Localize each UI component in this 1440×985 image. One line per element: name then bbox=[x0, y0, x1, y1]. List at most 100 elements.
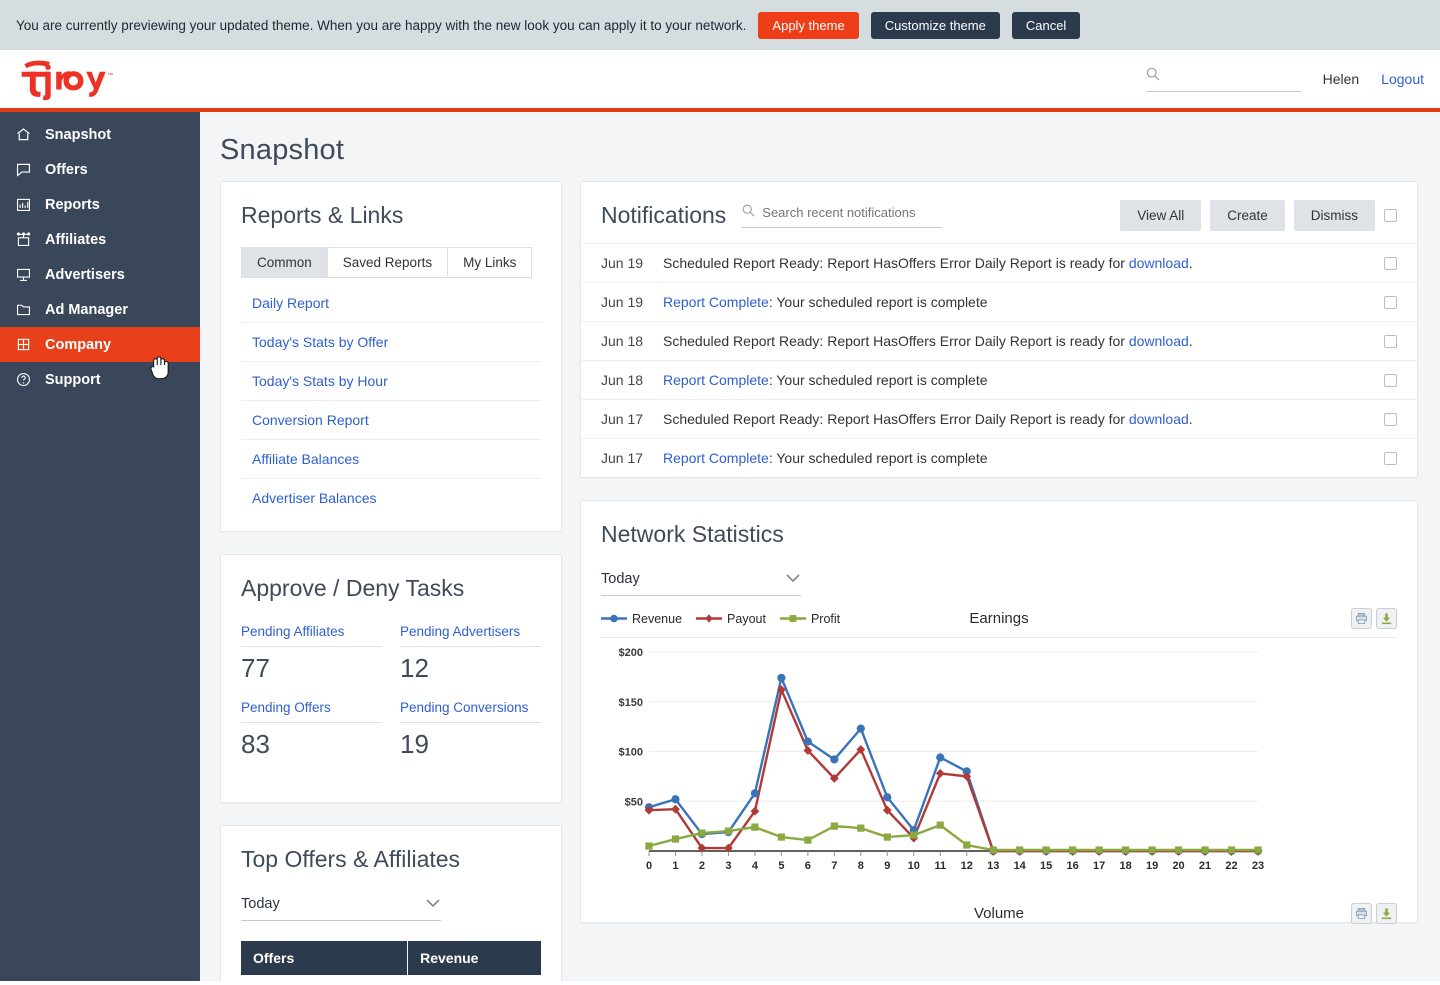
task-label-pending-affiliates[interactable]: Pending Affiliates bbox=[241, 624, 382, 647]
svg-text:5: 5 bbox=[778, 860, 784, 872]
notification-row[interactable]: Jun 19 Report Complete: Your scheduled r… bbox=[581, 282, 1417, 321]
network-statistics-range-select[interactable]: Today bbox=[601, 570, 801, 596]
download-icon[interactable] bbox=[1376, 608, 1397, 629]
notification-date: Jun 17 bbox=[601, 450, 644, 466]
sidebar-item-offers[interactable]: Offers bbox=[0, 152, 200, 187]
sidebar-item-advertisers[interactable]: Advertisers bbox=[0, 257, 200, 292]
sidebar-item-support[interactable]: Support bbox=[0, 362, 200, 397]
sidebar-item-affiliates[interactable]: Affiliates bbox=[0, 222, 200, 257]
notification-text: Report Complete: Your scheduled report i… bbox=[663, 372, 1384, 388]
notification-text: Scheduled Report Ready: Report HasOffers… bbox=[663, 411, 1384, 427]
svg-text:18: 18 bbox=[1119, 860, 1131, 872]
notifications-search[interactable] bbox=[742, 204, 943, 228]
download-link[interactable]: download bbox=[1129, 333, 1189, 349]
notification-row[interactable]: Jun 19 Scheduled Report Ready: Report Ha… bbox=[581, 243, 1417, 282]
cancel-theme-button[interactable]: Cancel bbox=[1011, 11, 1081, 39]
logout-link[interactable]: Logout bbox=[1381, 71, 1424, 87]
notification-checkbox[interactable] bbox=[1384, 451, 1397, 465]
apply-theme-button[interactable]: Apply theme bbox=[758, 11, 859, 39]
download-icon[interactable] bbox=[1376, 903, 1397, 924]
sidebar-item-label: Reports bbox=[45, 196, 100, 213]
tab-saved-reports[interactable]: Saved Reports bbox=[326, 247, 449, 278]
task-label-pending-advertisers[interactable]: Pending Advertisers bbox=[400, 624, 541, 647]
notification-checkbox[interactable] bbox=[1384, 373, 1397, 387]
task-label-pending-conversions[interactable]: Pending Conversions bbox=[400, 700, 541, 723]
report-complete-link[interactable]: Report Complete bbox=[663, 372, 769, 388]
tapjoy-logo[interactable]: ™ bbox=[16, 57, 118, 101]
svg-text:$100: $100 bbox=[619, 747, 643, 759]
notifications-card: Notifications View All Create Dismiss bbox=[580, 181, 1418, 478]
list-item[interactable]: Today's Stats by Hour bbox=[241, 362, 541, 401]
link-todays-stats-by-hour[interactable]: Today's Stats by Hour bbox=[252, 373, 388, 389]
svg-text:6: 6 bbox=[805, 860, 811, 872]
earnings-plot: $50 $100 $150 $200 0 1 2 3 4 5 6 7 8 9 10 11 12 13 14 15 16 1… bbox=[601, 638, 1397, 883]
link-advertiser-balances[interactable]: Advertiser Balances bbox=[252, 490, 377, 506]
dismiss-button[interactable]: Dismiss bbox=[1293, 200, 1375, 231]
task-value-pending-offers: 83 bbox=[241, 729, 270, 759]
download-link[interactable]: download bbox=[1129, 255, 1189, 271]
notification-row[interactable]: Jun 18 Report Complete: Your scheduled r… bbox=[581, 360, 1417, 399]
list-item[interactable]: Daily Report bbox=[241, 284, 541, 323]
select-all-checkbox[interactable] bbox=[1384, 209, 1397, 222]
notification-tail: . bbox=[1188, 333, 1193, 349]
svg-text:$200: $200 bbox=[619, 647, 643, 659]
chevron-down-icon bbox=[785, 570, 801, 588]
tab-common[interactable]: Common bbox=[241, 247, 328, 278]
notification-checkbox[interactable] bbox=[1384, 334, 1397, 348]
task-label-pending-offers[interactable]: Pending Offers bbox=[241, 700, 382, 723]
sidebar-item-company[interactable]: Company bbox=[0, 327, 200, 380]
approve-deny-title: Approve / Deny Tasks bbox=[241, 575, 465, 601]
reports-links-tabs: Common Saved Reports My Links bbox=[241, 247, 541, 278]
notifications-search-input[interactable] bbox=[762, 205, 943, 220]
reports-links-card: Reports & Links Common Saved Reports My … bbox=[220, 181, 562, 532]
notification-row[interactable]: Jun 17 Report Complete: Your scheduled r… bbox=[581, 438, 1417, 477]
svg-text:17: 17 bbox=[1093, 860, 1105, 872]
offer-name-cell[interactable]: Gamefly CPA bbox=[241, 975, 408, 981]
notification-body: : Your scheduled report is complete bbox=[768, 450, 988, 466]
link-affiliate-balances[interactable]: Affiliate Balances bbox=[252, 451, 359, 467]
notification-date: Jun 19 bbox=[601, 255, 644, 271]
download-link[interactable]: download bbox=[1129, 411, 1189, 427]
link-conversion-report[interactable]: Conversion Report bbox=[252, 412, 369, 428]
notification-checkbox[interactable] bbox=[1384, 412, 1397, 426]
page-title: Snapshot bbox=[220, 134, 345, 166]
table-row[interactable]: Gamefly CPA $1,410.00 bbox=[241, 975, 541, 981]
report-complete-link[interactable]: Report Complete bbox=[663, 294, 769, 310]
customize-theme-button[interactable]: Customize theme bbox=[870, 11, 1000, 39]
create-button[interactable]: Create bbox=[1210, 200, 1285, 231]
search-input[interactable] bbox=[1167, 68, 1301, 84]
report-complete-link[interactable]: Report Complete bbox=[663, 450, 769, 466]
link-daily-report[interactable]: Daily Report bbox=[252, 295, 329, 311]
notification-checkbox[interactable] bbox=[1384, 256, 1397, 270]
left-column: Reports & Links Common Saved Reports My … bbox=[220, 181, 562, 981]
svg-text:10: 10 bbox=[908, 860, 920, 872]
link-todays-stats-by-offer[interactable]: Today's Stats by Offer bbox=[252, 334, 388, 350]
sidebar-item-reports[interactable]: Reports bbox=[0, 187, 200, 222]
list-item[interactable]: Today's Stats by Offer bbox=[241, 323, 541, 362]
notification-checkbox[interactable] bbox=[1384, 295, 1397, 309]
advertisers-icon bbox=[14, 266, 32, 284]
table-header-row: Offers Revenue bbox=[241, 941, 541, 975]
list-item[interactable]: Affiliate Balances bbox=[241, 440, 541, 479]
column-offers: Offers bbox=[241, 941, 408, 975]
sidebar-item-snapshot[interactable]: Snapshot bbox=[0, 117, 200, 152]
tab-my-links[interactable]: My Links bbox=[447, 247, 533, 278]
right-column: Notifications View All Create Dismiss bbox=[580, 181, 1418, 924]
notification-body: Scheduled Report Ready: Report HasOffers… bbox=[663, 411, 1129, 427]
notification-body: Scheduled Report Ready: Report HasOffers… bbox=[663, 255, 1129, 271]
svg-text:14: 14 bbox=[1014, 860, 1027, 872]
print-icon[interactable] bbox=[1351, 903, 1372, 924]
list-item[interactable]: Advertiser Balances bbox=[241, 479, 541, 517]
folder-icon bbox=[14, 301, 32, 319]
notification-row[interactable]: Jun 17 Scheduled Report Ready: Report Ha… bbox=[581, 399, 1417, 438]
svg-text:21: 21 bbox=[1199, 860, 1211, 872]
top-offers-range-select[interactable]: Today bbox=[241, 895, 441, 921]
header-search[interactable] bbox=[1145, 67, 1301, 92]
print-icon[interactable] bbox=[1351, 608, 1372, 629]
sidebar-item-label: Support bbox=[45, 371, 101, 388]
notification-row[interactable]: Jun 18 Scheduled Report Ready: Report Ha… bbox=[581, 321, 1417, 360]
view-all-button[interactable]: View All bbox=[1120, 200, 1202, 231]
list-item[interactable]: Conversion Report bbox=[241, 401, 541, 440]
notifications-title: Notifications bbox=[601, 202, 727, 228]
sidebar-item-ad-manager[interactable]: Ad Manager bbox=[0, 292, 200, 327]
